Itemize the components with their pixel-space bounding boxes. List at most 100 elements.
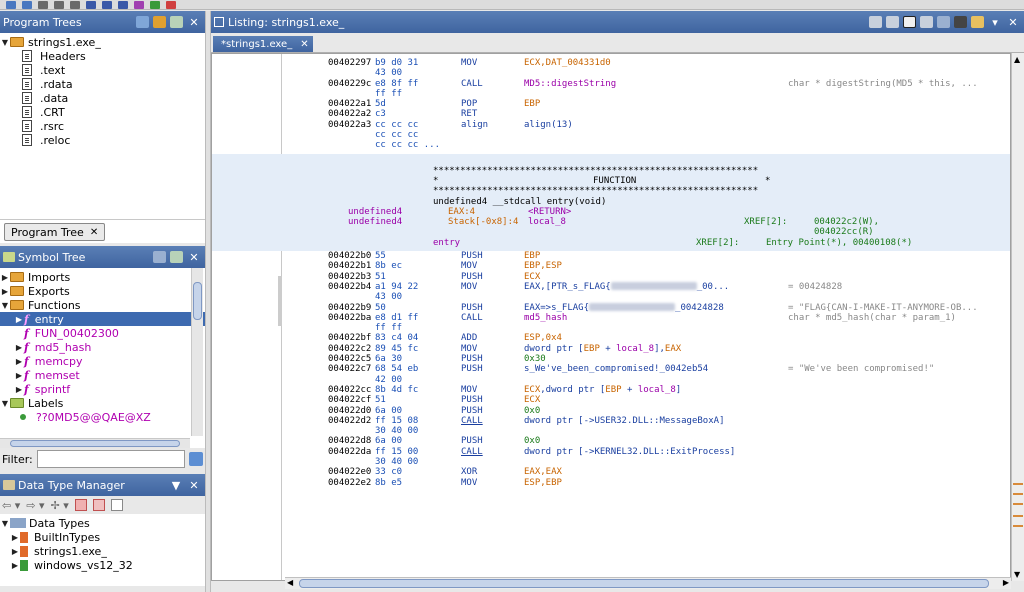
tree-item[interactable]: .rsrc — [0, 119, 205, 133]
listing-line[interactable]: 004022a2 c3 RET — [328, 109, 1010, 119]
tree-root[interactable]: ▼ strings1.exe_ — [0, 35, 205, 49]
label-icon[interactable] — [102, 0, 112, 9]
cross-icon[interactable]: ✢ ▾ — [51, 499, 69, 512]
listing-line[interactable]: 004022d8 6a 00 PUSH 0x0 — [328, 436, 1010, 446]
tree-item[interactable]: .CRT — [0, 105, 205, 119]
listing-line[interactable]: 004022c7 68 54 eb PUSH s_We've_been_comprom… — [328, 364, 1010, 374]
close-icon[interactable]: ✕ — [187, 250, 201, 264]
listing-line[interactable]: 004022b3 51 PUSH ECX — [328, 272, 1010, 282]
function-item[interactable]: ▶ f memset — [0, 368, 205, 382]
tree-item[interactable]: .text — [0, 63, 205, 77]
filter-icon[interactable] — [92, 499, 105, 511]
function-item[interactable]: f FUN_00402300 — [0, 326, 205, 340]
listing-line[interactable]: 0040229c e8 8f ff CALL MD5::digestString cha… — [328, 79, 1010, 89]
listing-line[interactable]: 004022e2 8b e5 MOV ESP,EBP — [328, 478, 1010, 488]
close-icon[interactable]: ✕ — [187, 15, 201, 29]
scroll-thumb[interactable] — [193, 282, 202, 320]
nav-icon[interactable] — [38, 0, 48, 9]
snapshot-icon[interactable] — [170, 16, 183, 28]
arrow-icon[interactable] — [134, 0, 144, 9]
options-icon[interactable] — [971, 16, 984, 28]
bookmark-icon[interactable] — [118, 0, 128, 9]
overview-mark[interactable] — [1013, 525, 1023, 527]
listing-line[interactable]: 004022b4a1 94 22 MOV EAX,[PTR_s_FLAG{x_00.… — [328, 282, 1010, 292]
filter-input[interactable] — [36, 450, 185, 468]
expanded-icon[interactable]: ▼ — [0, 38, 10, 47]
function-item-entry[interactable]: ▶ f entry — [0, 312, 205, 326]
listing-line[interactable]: 004022e0 33 c0 XOR EAX,EAX — [328, 467, 1010, 477]
nav-icon[interactable] — [70, 0, 80, 9]
scroll-thumb[interactable] — [10, 440, 180, 447]
tree-item[interactable]: .rdata — [0, 77, 205, 91]
expanded-icon[interactable]: ▼ — [0, 519, 10, 528]
close-icon[interactable]: ✕ — [90, 227, 98, 238]
forward-icon[interactable] — [22, 0, 32, 9]
listing-view[interactable]: 00402297 b9 d0 31 MOV ECX,DAT_004331d0 43 00… — [211, 53, 1011, 581]
collapsed-icon[interactable]: ▶ — [10, 547, 20, 556]
listing-line[interactable]: 004022b950 PUSH EAX=>s_FLAG{x_00424828 = "F… — [328, 303, 1010, 313]
cursor-icon[interactable] — [903, 16, 916, 28]
copy-icon[interactable] — [869, 16, 882, 28]
group-exports[interactable]: ▶ Exports — [0, 284, 205, 298]
snapshot-icon[interactable] — [170, 251, 183, 263]
close-icon[interactable]: ✕ — [187, 478, 201, 492]
overview-mark[interactable] — [1013, 515, 1023, 517]
group-imports[interactable]: ▶ Imports — [0, 270, 205, 284]
function-item[interactable]: ▶ f memcpy — [0, 354, 205, 368]
nav-icon[interactable] — [54, 0, 64, 9]
symbol-tree-scrollbar[interactable] — [191, 268, 203, 436]
data-type-item[interactable]: ▶ windows_vs12_32 — [0, 558, 205, 572]
listing-line[interactable]: cc cc cc — [328, 130, 1010, 140]
expanded-icon[interactable]: ▼ — [0, 399, 10, 408]
collapsed-icon[interactable]: ▶ — [10, 533, 20, 542]
collapsed-icon[interactable]: ▶ — [14, 357, 24, 366]
tree-view-icon[interactable] — [136, 16, 149, 28]
scroll-right-icon[interactable]: ▶ — [1003, 578, 1009, 587]
collapsed-icon[interactable]: ▶ — [14, 371, 24, 380]
menu-dropdown-icon[interactable]: ▼ — [169, 478, 183, 492]
listing-line[interactable]: 00402297 b9 d0 31 MOV ECX,DAT_004331d0 — [328, 58, 1010, 68]
data-type-item[interactable]: ▶ BuiltInTypes — [0, 530, 205, 544]
listing-line[interactable]: 43 00 — [328, 292, 1010, 302]
collapsed-icon[interactable]: ▶ — [0, 273, 10, 282]
filter-off-icon[interactable] — [74, 499, 87, 511]
listing-line[interactable]: 30 40 00 — [328, 426, 1010, 436]
collapsed-icon[interactable]: ▶ — [10, 561, 20, 570]
tree-item[interactable]: .data — [0, 91, 205, 105]
listing-line[interactable]: 004022b1 8b ec MOV EBP,ESP — [328, 261, 1010, 271]
collapsed-icon[interactable]: ▶ — [14, 343, 24, 352]
snapshot-icon[interactable] — [954, 16, 967, 28]
listing-line[interactable]: 004022cf 51 PUSH ECX — [328, 395, 1010, 405]
listing-hscrollbar[interactable]: ◀ ▶ — [285, 577, 1011, 589]
listing-line[interactable]: 004022ba e8 d1 ff CALL md5_hash char * md5_h… — [328, 313, 1010, 323]
data-types-root[interactable]: ▼ Data Types — [0, 516, 205, 530]
scroll-down-icon[interactable]: ▼ — [1014, 570, 1020, 579]
search-icon[interactable] — [86, 0, 96, 9]
overview-mark[interactable] — [1013, 493, 1023, 495]
tab-strings1[interactable]: *strings1.exe_ ✕ — [213, 36, 313, 52]
collapse-all-icon[interactable] — [110, 499, 123, 511]
listing-line[interactable]: ff ff — [328, 89, 1010, 99]
back-arrow-icon[interactable]: ⇦ ▾ — [2, 499, 20, 512]
listing-line[interactable]: 004022c2 89 45 fc MOV dword ptr [EBP + loca… — [328, 344, 1010, 354]
listing-line[interactable]: 004022c5 6a 30 PUSH 0x30 — [328, 354, 1010, 364]
listing-line[interactable]: 004022bf 83 c4 04 ADD ESP,0x4 — [328, 333, 1010, 343]
overview-mark[interactable] — [1013, 503, 1023, 505]
stop-icon[interactable] — [166, 0, 176, 9]
expanded-icon[interactable]: ▼ — [0, 301, 10, 310]
group-functions[interactable]: ▼ Functions — [0, 298, 205, 312]
scroll-up-icon[interactable]: ▲ — [1014, 55, 1020, 64]
listing-line[interactable]: 004022a3 cc cc cc align align(13) — [328, 120, 1010, 130]
tree-item[interactable]: .reloc — [0, 133, 205, 147]
collapsed-icon[interactable]: ▶ — [14, 315, 24, 324]
close-icon[interactable]: ✕ — [300, 39, 308, 50]
group-labels[interactable]: ▼ Labels — [0, 396, 205, 410]
run-icon[interactable] — [150, 0, 160, 9]
paste-icon[interactable] — [886, 16, 899, 28]
overview-mark[interactable] — [1013, 483, 1023, 485]
listing-line[interactable]: 30 40 00 — [328, 457, 1010, 467]
listing-line[interactable]: cc cc cc ... — [328, 140, 1010, 150]
function-item[interactable]: ▶ f md5_hash — [0, 340, 205, 354]
tree-item[interactable]: Headers — [0, 49, 205, 63]
listing-line[interactable]: 004022d2 ff 15 08 CALL dword ptr [->USER32.… — [328, 416, 1010, 426]
